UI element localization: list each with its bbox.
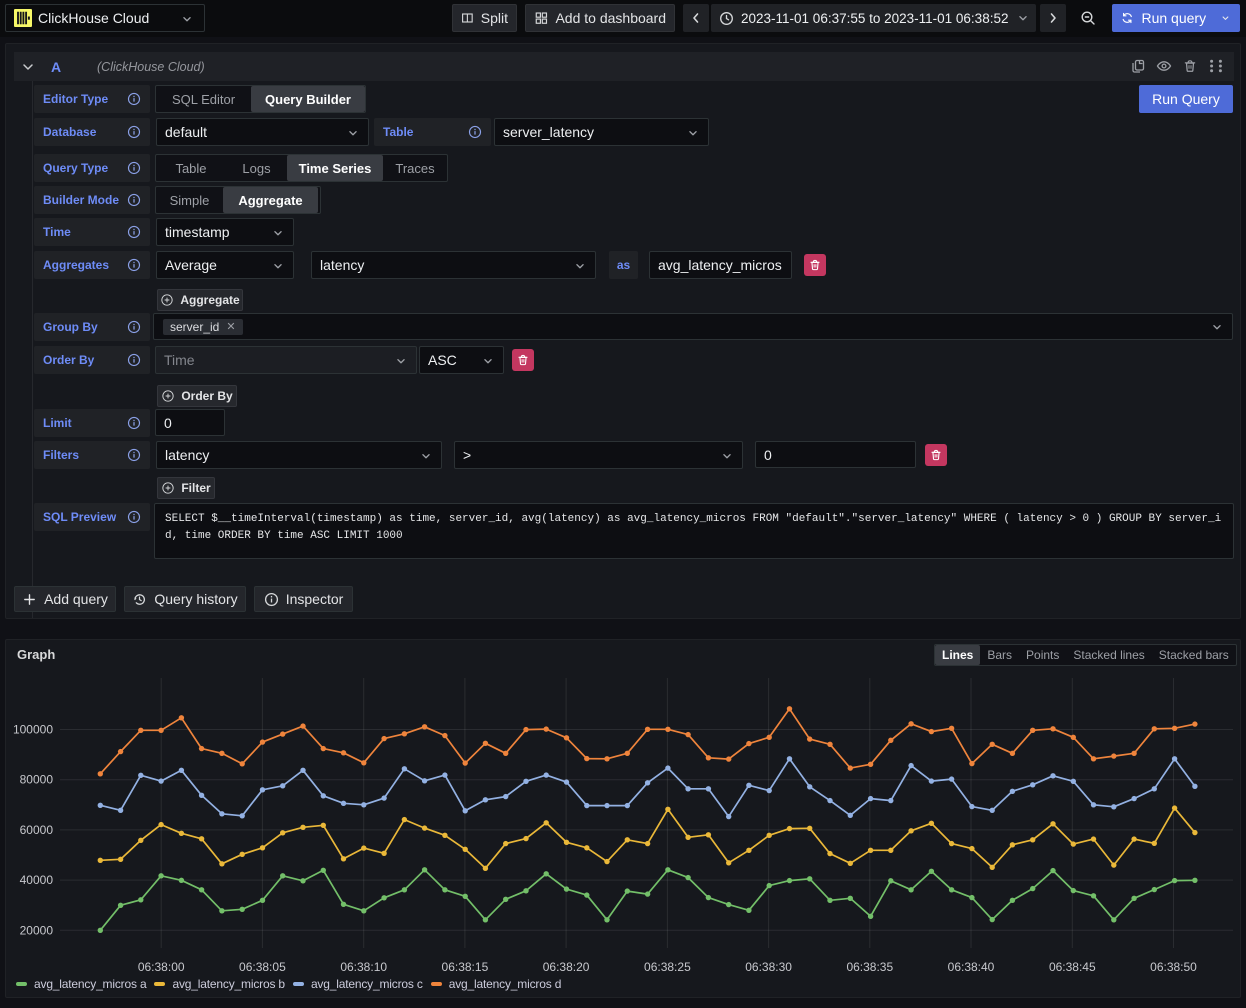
svg-text:06:38:45: 06:38:45	[1049, 960, 1096, 974]
svg-text:06:38:10: 06:38:10	[340, 960, 387, 974]
svg-text:06:38:05: 06:38:05	[239, 960, 286, 974]
svg-text:06:38:00: 06:38:00	[138, 960, 185, 974]
svg-text:100000: 100000	[13, 723, 53, 737]
svg-text:06:38:15: 06:38:15	[442, 960, 489, 974]
svg-text:20000: 20000	[20, 923, 54, 937]
svg-text:06:38:30: 06:38:30	[745, 960, 792, 974]
svg-text:06:38:25: 06:38:25	[644, 960, 691, 974]
svg-text:06:38:50: 06:38:50	[1150, 960, 1197, 974]
svg-text:06:38:35: 06:38:35	[846, 960, 893, 974]
svg-text:60000: 60000	[20, 823, 54, 837]
svg-text:06:38:40: 06:38:40	[948, 960, 995, 974]
svg-text:40000: 40000	[20, 873, 54, 887]
svg-text:06:38:20: 06:38:20	[543, 960, 590, 974]
svg-text:80000: 80000	[20, 773, 54, 787]
